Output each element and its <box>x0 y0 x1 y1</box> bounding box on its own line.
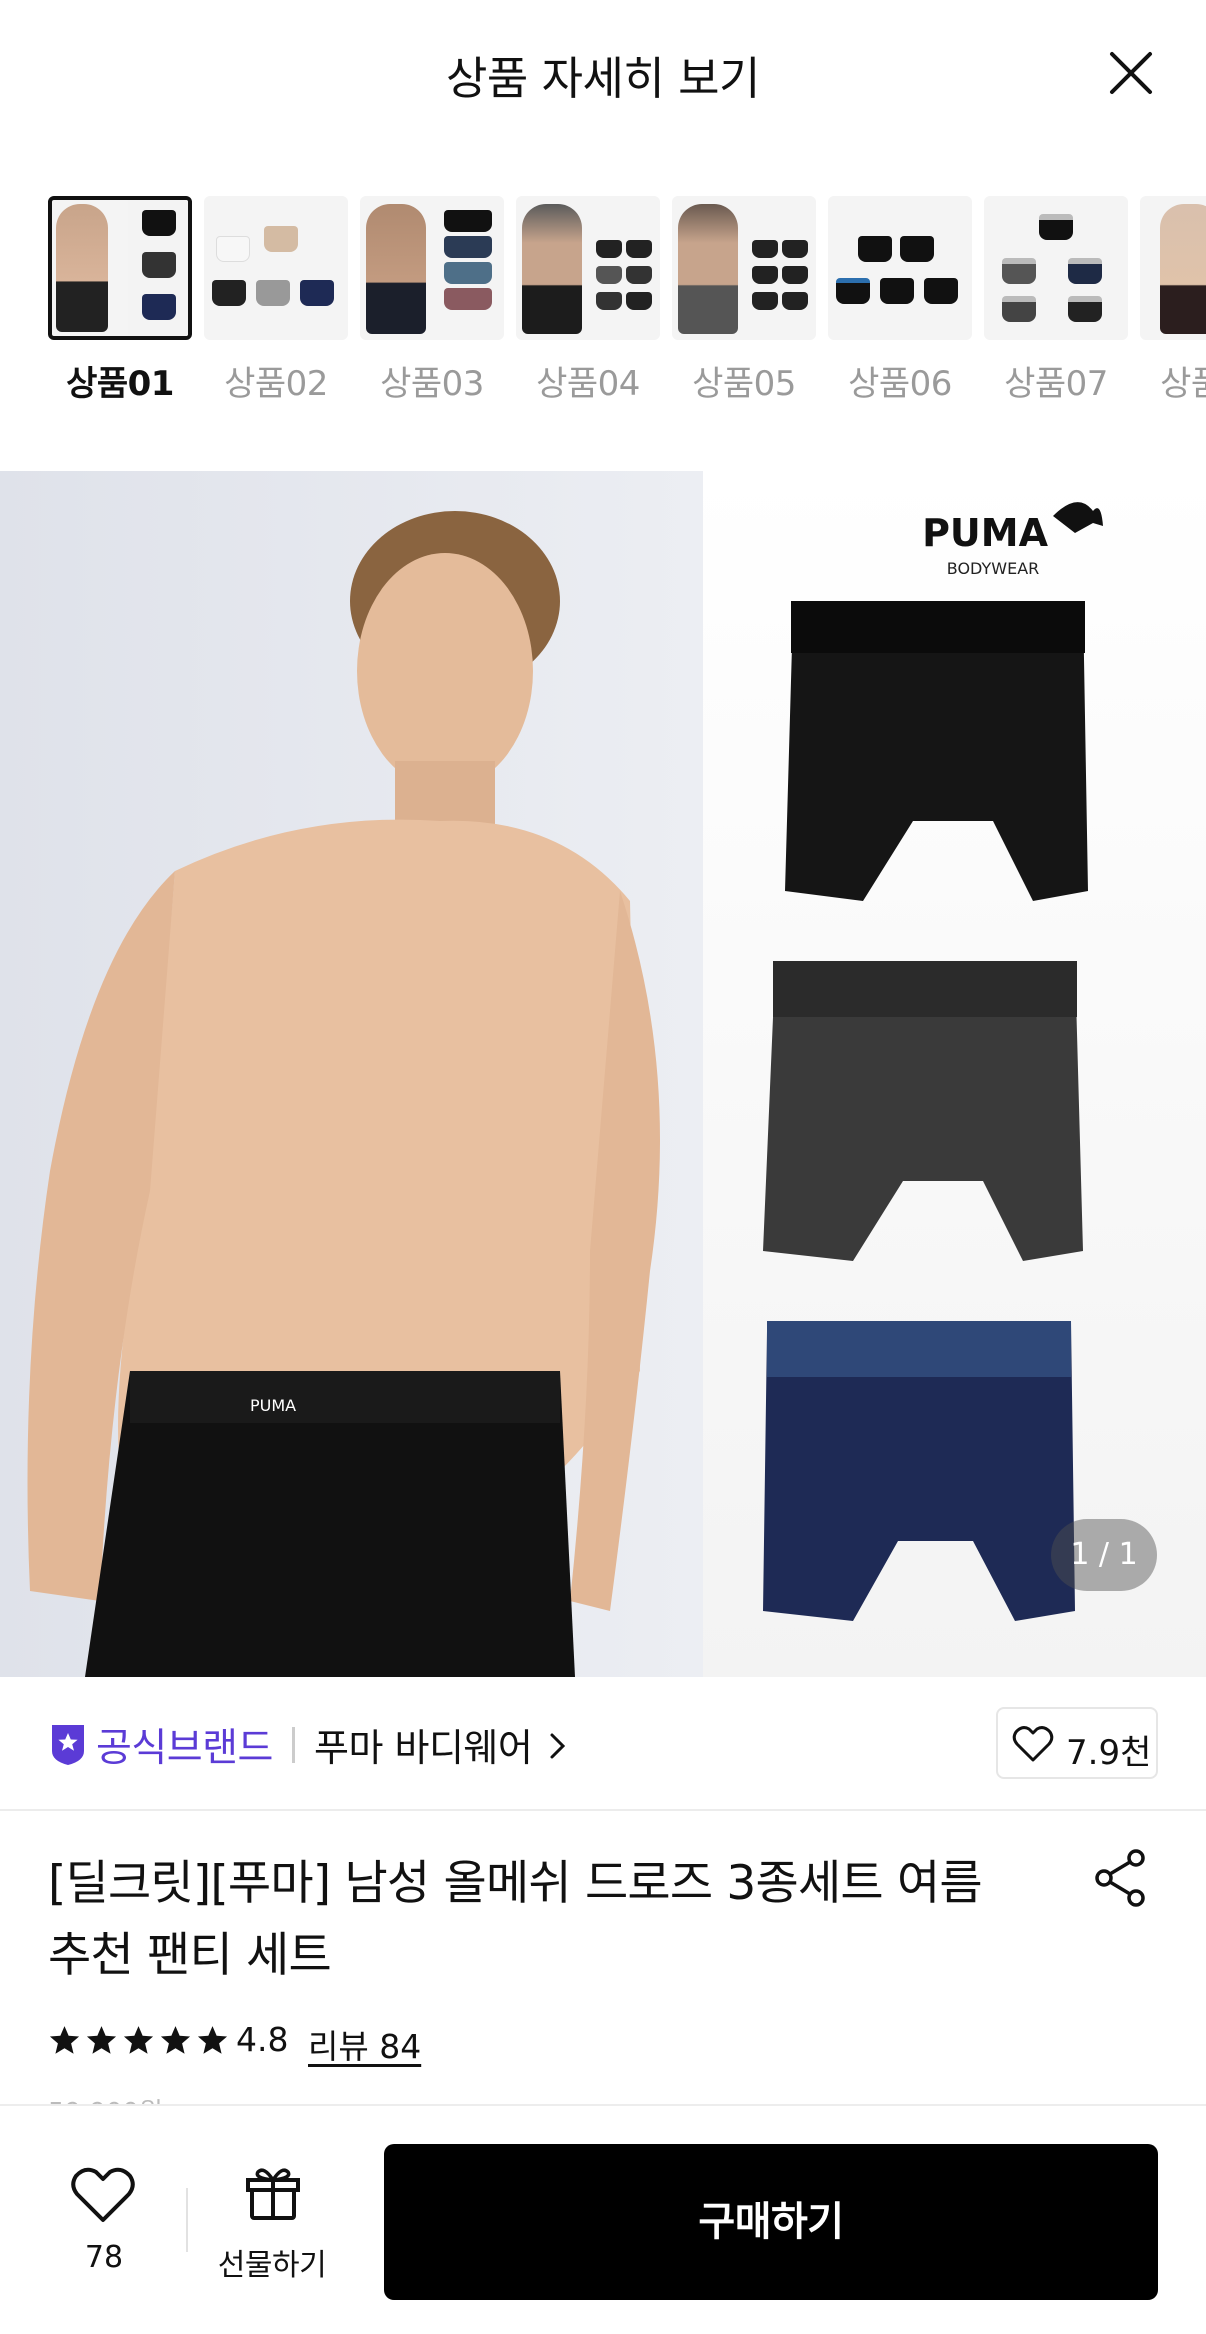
rating-value: 4.8 <box>236 2020 289 2059</box>
divider <box>186 2188 188 2252</box>
thumbnail-label: 상품08 <box>1160 364 1206 404</box>
thumbnail-image <box>672 196 816 340</box>
thumbnail-label: 상품05 <box>692 364 796 404</box>
header: 상품 자세히 보기 <box>0 0 1206 150</box>
puma-cat-icon <box>1053 502 1103 533</box>
page-indicator: 1 / 1 <box>1051 1519 1157 1591</box>
thumbnail-label: 상품03 <box>380 364 484 404</box>
rating-row: 4.8 리뷰 84 <box>48 2010 848 2070</box>
product-title: [딜크릿][푸마] 남성 올메쉬 드로즈 3종세트 여름 추천 팬티 세트 <box>48 1856 983 1983</box>
chevron-right-icon[interactable] <box>548 1729 568 1763</box>
thumbnail-item[interactable]: 상품03 <box>360 196 504 405</box>
thumbnail-item[interactable]: 상품01 <box>48 196 192 405</box>
product-main-image[interactable]: PUMA PUMA BODYWEAR 1 / 1 <box>0 471 1206 1677</box>
brand-like-button[interactable]: 7.9천 <box>996 1707 1158 1779</box>
thumbnail-image <box>516 196 660 340</box>
star-icon <box>123 2026 154 2054</box>
star-icon <box>160 2026 191 2054</box>
wishlist-count: 78 <box>84 2240 124 2275</box>
thumbnail-item[interactable]: 상품07 <box>984 196 1128 405</box>
brand-like-count: 7.9천 <box>1066 1733 1152 1773</box>
thumbnail-label: 상품06 <box>848 364 952 404</box>
thumbnail-label: 상품04 <box>536 364 640 404</box>
review-link[interactable]: 리뷰 84 <box>308 2020 421 2068</box>
thumbnail-item[interactable]: 상품08 <box>1140 196 1206 405</box>
brand-row: 공식브랜드 푸마 바디웨어 7.9천 <box>0 1677 1206 1811</box>
thumbnail-image <box>48 196 192 340</box>
brief-illustrations: PUMA BODYWEAR <box>763 502 1103 1621</box>
thumbnail-label: 상품01 <box>66 364 174 404</box>
thumbnail-image <box>360 196 504 340</box>
gift-label: 선물하기 <box>217 2248 327 2283</box>
brand-logo: PUMA <box>922 511 1049 555</box>
close-icon[interactable] <box>1106 48 1156 98</box>
bottom-action-bar: 78 선물하기 구매하기 <box>0 2104 1206 2334</box>
official-brand-label: 공식브랜드 <box>96 1726 273 1771</box>
thumbnail-item[interactable]: 상품05 <box>672 196 816 405</box>
wishlist-button[interactable]: 78 <box>54 2166 154 2286</box>
official-badge-icon <box>52 1725 84 1765</box>
divider <box>292 1727 295 1763</box>
star-rating <box>48 2024 229 2058</box>
thumbnail-item[interactable]: 상품04 <box>516 196 660 405</box>
brand-name-link[interactable]: 푸마 바디웨어 <box>314 1717 533 1772</box>
thumbnail-strip[interactable]: 상품01 상품02 상품03 상품04 상품05 상품06 상품07 상 <box>48 196 1206 416</box>
thumbnail-image <box>204 196 348 340</box>
thumbnail-image <box>984 196 1128 340</box>
model-illustration: PUMA <box>27 511 660 1677</box>
heart-icon <box>71 2167 135 2222</box>
buy-button[interactable]: 구매하기 <box>384 2144 1158 2300</box>
gift-button[interactable]: 선물하기 <box>208 2166 336 2286</box>
star-icon <box>86 2026 117 2054</box>
product-flat-photos: PUMA BODYWEAR <box>703 471 1206 1677</box>
thumbnail-image <box>1140 196 1206 340</box>
thumbnail-image <box>828 196 972 340</box>
thumbnail-item[interactable]: 상품02 <box>204 196 348 405</box>
star-icon <box>197 2026 228 2054</box>
share-icon[interactable] <box>1092 1848 1148 1908</box>
model-photo: PUMA <box>0 471 703 1677</box>
heart-icon <box>1012 1726 1054 1762</box>
gift-icon <box>246 2168 300 2220</box>
svg-text:PUMA: PUMA <box>250 1396 296 1415</box>
thumbnail-item[interactable]: 상품06 <box>828 196 972 405</box>
brand-logo-sub: BODYWEAR <box>947 559 1040 578</box>
thumbnail-label: 상품07 <box>1004 364 1108 404</box>
page-title: 상품 자세히 보기 <box>446 52 760 105</box>
star-icon <box>49 2026 80 2054</box>
thumbnail-label: 상품02 <box>224 364 328 404</box>
